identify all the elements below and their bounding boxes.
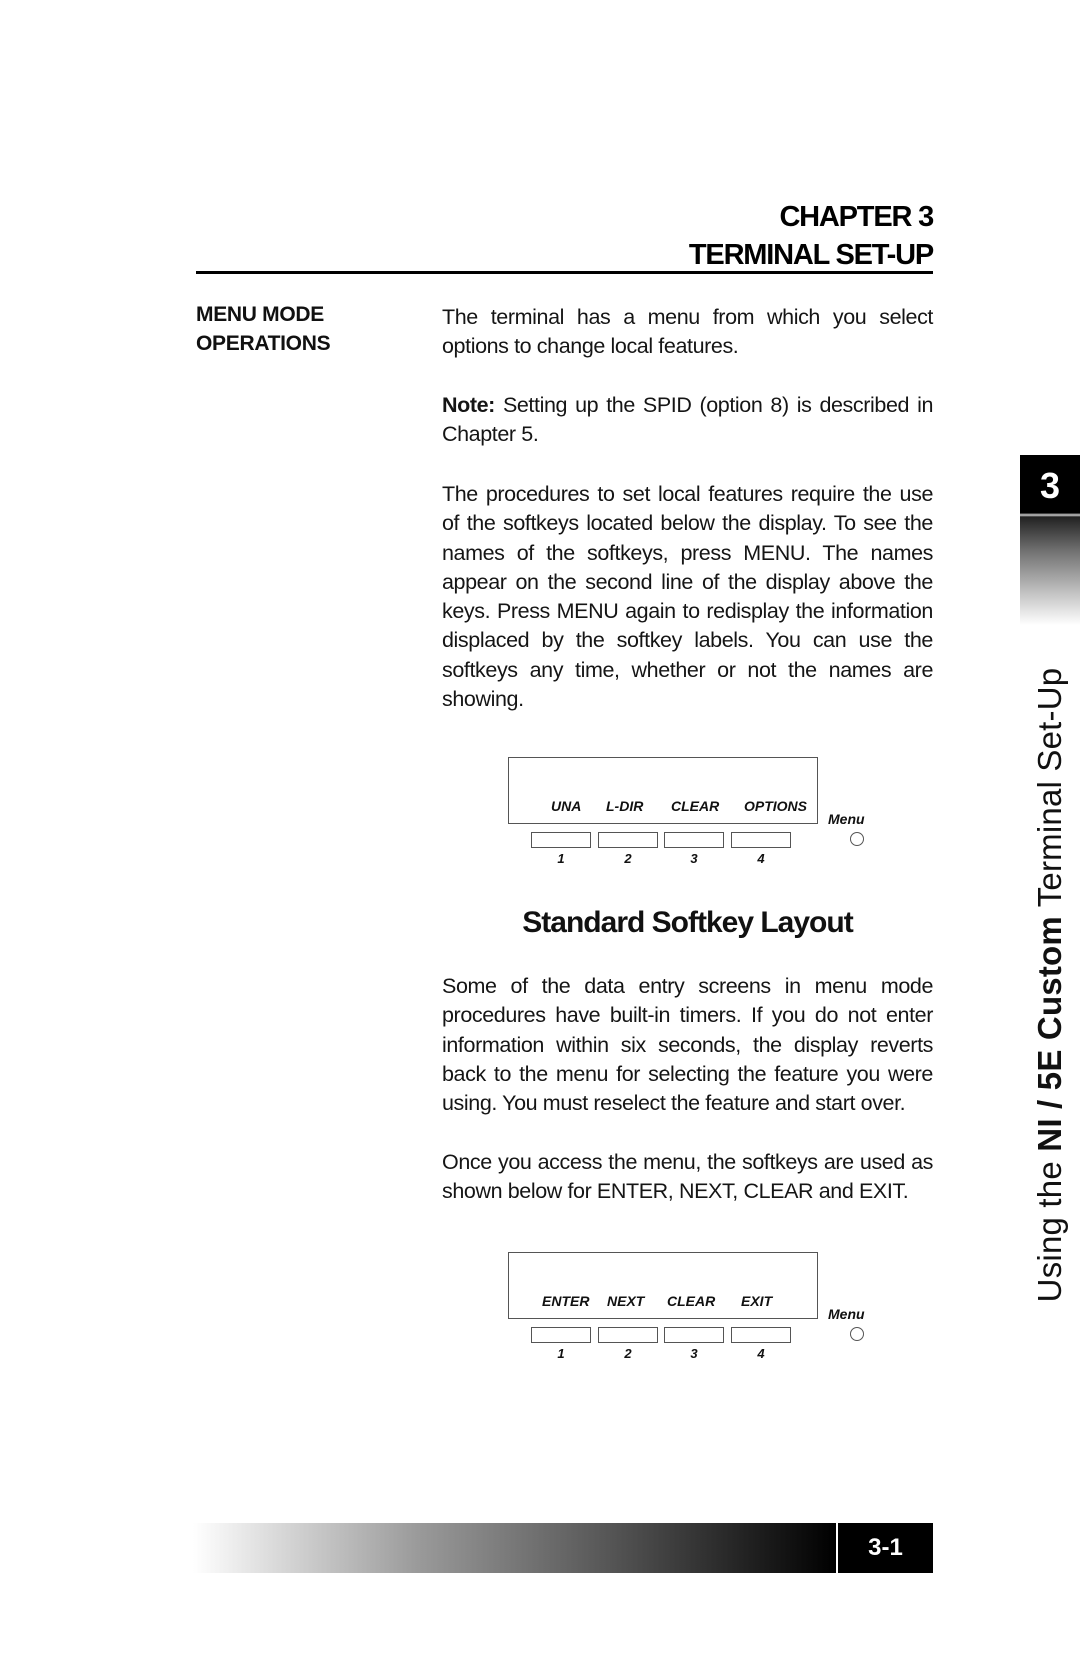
paragraph-timers: Some of the data entry screens in menu m… <box>442 974 933 1116</box>
softkey-diagram-menu: ENTER NEXT CLEAR EXIT 1 2 3 4 Menu <box>505 1250 885 1380</box>
softkey-diagram-standard: UNA L-DIR CLEAR OPTIONS 1 2 3 4 Menu <box>505 755 885 885</box>
softkey-3[interactable] <box>664 1327 724 1343</box>
paragraph-intro: The terminal has a menu from which you s… <box>442 305 933 359</box>
page-number: 3-1 <box>838 1523 933 1573</box>
chapter-tab-number: 3 <box>1039 465 1061 506</box>
softkey-label: L-DIR <box>606 798 644 814</box>
terminal-display: ENTER NEXT CLEAR EXIT <box>508 1252 818 1319</box>
side-heading-line-2: OPERATIONS <box>196 332 331 355</box>
terminal-display: UNA L-DIR CLEAR OPTIONS <box>508 757 818 824</box>
softkey-label: OPTIONS <box>744 798 808 814</box>
chapter-title: TERMINAL SET-UP <box>688 239 934 271</box>
key-number: 4 <box>757 851 765 866</box>
side-title-prefix: Using the <box>1031 1151 1068 1303</box>
key-number: 2 <box>624 1346 632 1361</box>
key-number: 1 <box>557 851 565 866</box>
paragraph-softkeys: The procedures to set local features req… <box>442 482 933 712</box>
note-paragraph: Note: Setting up the SPID (option 8) is … <box>442 391 933 450</box>
softkey-label: CLEAR <box>667 1293 716 1309</box>
note-label: Note: <box>442 393 495 417</box>
softkey-2[interactable] <box>598 1327 658 1343</box>
softkey-3[interactable] <box>664 832 724 848</box>
side-title-suffix: Terminal Set-Up <box>1031 667 1068 917</box>
softkey-2[interactable] <box>598 832 658 848</box>
softkey-label: NEXT <box>607 1293 645 1309</box>
key-number: 3 <box>690 851 698 866</box>
section-side-heading: MENU MODE OPERATIONS <box>196 300 331 358</box>
softkey-label: ENTER <box>542 1293 590 1309</box>
menu-label: Menu <box>828 1306 865 1322</box>
menu-button-icon[interactable] <box>850 832 864 846</box>
key-number: 4 <box>757 1346 765 1361</box>
figure-caption: Standard Softkey Layout <box>522 906 853 939</box>
chapter-number: CHAPTER 3 <box>779 201 934 233</box>
softkey-4[interactable] <box>731 1327 791 1343</box>
key-number: 3 <box>690 1346 698 1361</box>
softkey-1[interactable] <box>531 1327 591 1343</box>
menu-button-icon[interactable] <box>850 1327 864 1341</box>
side-title-bold: NI / 5E Custom <box>1031 916 1068 1152</box>
menu-label: Menu <box>828 811 865 827</box>
paragraph-menu-softkeys: Once you access the menu, the softkeys a… <box>442 1150 933 1204</box>
softkey-4[interactable] <box>731 832 791 848</box>
key-number: 2 <box>624 851 632 866</box>
softkey-label: UNA <box>551 798 582 814</box>
softkey-label: CLEAR <box>671 798 720 814</box>
running-side-title: Using the NI / 5E Custom Terminal Set-Up <box>1020 665 1080 1305</box>
footer-gradient-bar <box>193 1523 836 1573</box>
softkey-1[interactable] <box>531 832 591 848</box>
header-rule <box>196 271 933 274</box>
side-heading-line-1: MENU MODE <box>196 303 324 326</box>
note-text: Setting up the SPID (option 8) is descri… <box>442 393 933 447</box>
key-number: 1 <box>557 1346 565 1361</box>
softkey-label: EXIT <box>741 1293 773 1309</box>
chapter-tab: 3 <box>1020 455 1080 625</box>
